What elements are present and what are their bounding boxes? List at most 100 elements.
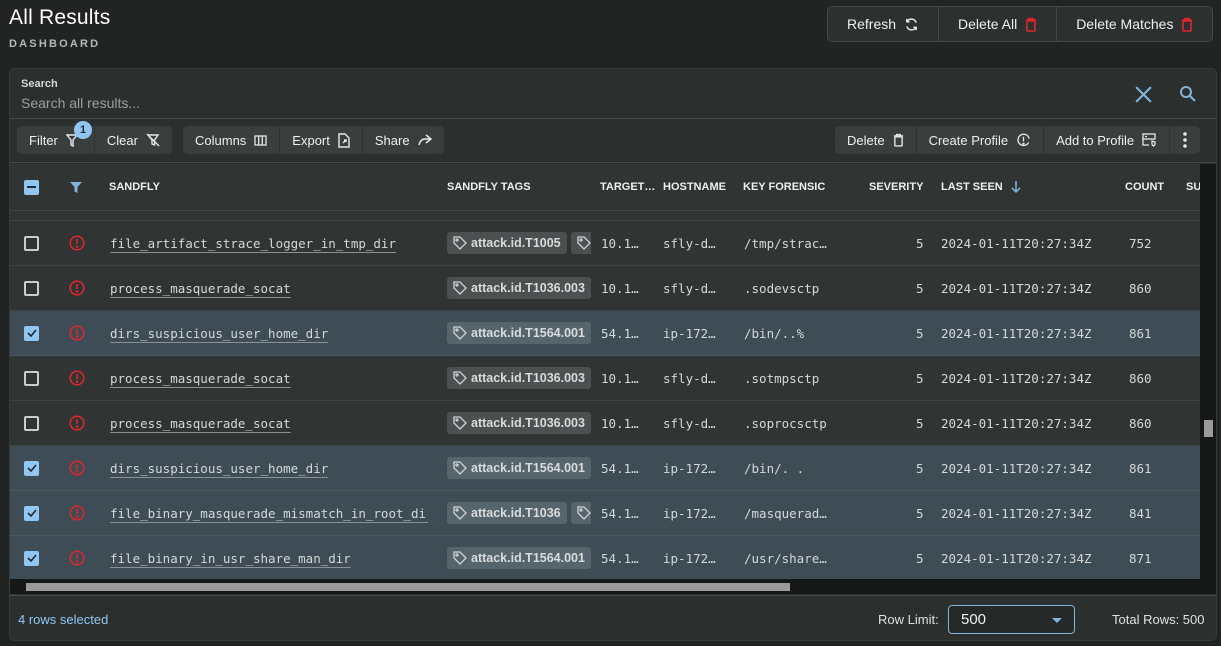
column-header-severity[interactable]: SEVERITY <box>869 164 923 210</box>
create-profile-button[interactable]: Create Profile <box>917 126 1045 154</box>
more-options-button[interactable] <box>1170 126 1200 154</box>
severity-cell: 5 <box>916 505 924 521</box>
hostname-cell: ip-172… <box>663 325 716 341</box>
tag-chip[interactable]: attack.id.T1036.003 <box>447 367 591 389</box>
tag-chip[interactable]: attack.id.T1036.003 <box>447 412 591 434</box>
tag-label: attack.id.T1036.003 <box>471 281 585 295</box>
delete-button[interactable]: Delete <box>835 126 917 154</box>
row-checkbox[interactable] <box>24 325 39 341</box>
sandfly-link[interactable]: file_artifact_strace_logger_in_tmp_dir <box>110 236 396 251</box>
table-row[interactable]: process_masquerade_socat attack.id.T1036.… <box>10 266 1200 311</box>
table-row[interactable]: process_masquerade_socat attack.id.T1036.… <box>10 356 1200 401</box>
tags-cell: attack.id.T1036 <box>447 491 591 535</box>
row-checkbox-cell <box>24 536 39 579</box>
tag-chip[interactable] <box>570 502 591 524</box>
add-to-profile-button[interactable]: Add to Profile <box>1044 126 1171 154</box>
count-cell: 752 <box>1129 235 1152 251</box>
search-label: Search <box>21 78 58 90</box>
row-checkbox[interactable] <box>24 370 39 386</box>
sandfly-cell: file_artifact_strace_logger_in_tmp_dir <box>110 221 428 265</box>
tag-chip[interactable]: attack.id.T1036.003 <box>447 277 591 299</box>
severity-alert-cell <box>69 221 85 265</box>
sandfly-link[interactable]: file_binary_masquerade_mismatch_in_root_… <box>110 506 428 521</box>
search-input[interactable] <box>21 94 1101 112</box>
tag-icon <box>453 281 467 295</box>
sandfly-link[interactable]: process_masquerade_socat <box>110 281 291 296</box>
column-header-hostname[interactable]: HOSTNAME <box>663 164 726 210</box>
columns-button[interactable]: Columns <box>183 126 281 154</box>
hostname-cell: sfly-d… <box>663 280 716 296</box>
column-header-key-forensic[interactable]: KEY FORENSIC <box>743 164 825 210</box>
filter-button[interactable]: Filter 1 <box>17 121 95 154</box>
total-rows: Total Rows: 500 <box>1112 612 1205 627</box>
severity-cell: 5 <box>916 235 924 251</box>
tags-cell: attack.id.T1564.001 <box>447 446 591 490</box>
profile-group: Delete Create Profile Add to Profile <box>835 126 1201 154</box>
delete-matches-button[interactable]: Delete Matches <box>1057 7 1212 41</box>
row-checkbox[interactable] <box>24 460 39 476</box>
row-checkbox[interactable] <box>24 505 39 521</box>
column-header-count[interactable]: COUNT <box>1125 164 1164 210</box>
vertical-scrollbar-thumb[interactable] <box>1204 420 1213 437</box>
tag-chip[interactable]: attack.id.T1036 <box>447 502 567 524</box>
alert-icon <box>69 550 85 566</box>
clear-filter-button[interactable]: Clear <box>95 126 172 154</box>
delete-all-button[interactable]: Delete All <box>939 7 1058 41</box>
row-checkbox[interactable] <box>24 235 39 251</box>
tag-chip[interactable]: attack.id.T1005 <box>447 232 567 254</box>
severity-alert-cell <box>69 356 85 400</box>
row-checkbox[interactable] <box>24 550 39 566</box>
select-all-checkbox-cell <box>24 164 39 210</box>
alert-icon <box>69 325 85 341</box>
table-row[interactable]: dirs_suspicious_user_home_dir attack.id.T… <box>10 311 1200 356</box>
page-title: All Results <box>9 6 111 29</box>
table-row[interactable]: process_masquerade_socat attack.id.T1036.… <box>10 401 1200 446</box>
target-cell: 10.1… <box>601 415 639 431</box>
table-row[interactable]: dirs_suspicious_user_home_dir attack.id.T… <box>10 446 1200 491</box>
column-filter-cell <box>70 164 82 210</box>
filter-group: Filter 1 Clear <box>17 121 172 154</box>
sandfly-link[interactable]: dirs_suspicious_user_home_dir <box>110 461 328 476</box>
column-header-last-seen[interactable]: LAST SEEN <box>941 164 1021 210</box>
horizontal-scrollbar[interactable] <box>10 579 1216 594</box>
horizontal-scrollbar-thumb[interactable] <box>26 583 790 591</box>
export-button[interactable]: Export <box>280 126 363 154</box>
close-icon[interactable] <box>1134 85 1153 104</box>
row-checkbox[interactable] <box>24 415 39 431</box>
filter-icon[interactable] <box>70 181 82 193</box>
tags-cell: attack.id.T1564.001 <box>447 536 591 579</box>
table-row[interactable]: file_binary_in_usr_share_man_dir attack.i… <box>10 536 1200 579</box>
vertical-scrollbar[interactable] <box>1200 164 1216 579</box>
sandfly-link[interactable]: file_binary_in_usr_share_man_dir <box>110 551 351 566</box>
sandfly-link[interactable]: process_masquerade_socat <box>110 371 291 386</box>
column-header-sandfly[interactable]: SANDFLY <box>109 164 160 210</box>
sandfly-link[interactable]: process_masquerade_socat <box>110 416 291 431</box>
tag-icon <box>453 371 467 385</box>
alert-icon <box>69 280 85 296</box>
select-all-checkbox[interactable] <box>24 179 39 195</box>
table-row[interactable]: file_artifact_strace_logger_in_tmp_dir at… <box>10 221 1200 266</box>
key-forensic-cell: .sodevsctp <box>744 280 820 296</box>
table-row[interactable]: file_binary_masquerade_mismatch_in_root_… <box>10 491 1200 536</box>
column-header-sandfly-tags[interactable]: SANDFLY TAGS <box>447 164 531 210</box>
row-checkbox[interactable] <box>24 280 39 296</box>
tag-chip[interactable]: attack.id.T1564.001 <box>447 322 591 344</box>
sort-descending-icon[interactable] <box>1011 181 1021 193</box>
search-icon[interactable] <box>1179 85 1197 103</box>
sandfly-link[interactable]: dirs_suspicious_user_home_dir <box>110 326 328 341</box>
count-cell: 860 <box>1129 280 1152 296</box>
tag-chip[interactable]: attack.id.T1564.001 <box>447 547 591 569</box>
tag-chip[interactable]: attack.id.T1564.001 <box>447 457 591 479</box>
share-button[interactable]: Share <box>363 126 444 154</box>
severity-alert-cell <box>69 446 85 490</box>
table-footer: 4 rows selected Row Limit: 500 Total Row… <box>10 595 1216 640</box>
kebab-menu-icon <box>1183 132 1187 148</box>
refresh-button[interactable]: Refresh <box>828 7 940 41</box>
hostname-cell: sfly-d… <box>663 370 716 386</box>
column-header-target[interactable]: TARGET… <box>600 164 655 210</box>
tag-chip[interactable] <box>570 232 591 254</box>
count-cell: 861 <box>1129 460 1152 476</box>
row-limit-select[interactable]: 500 <box>948 605 1075 634</box>
caret-down-icon <box>1052 618 1062 623</box>
alert-icon <box>69 460 85 476</box>
